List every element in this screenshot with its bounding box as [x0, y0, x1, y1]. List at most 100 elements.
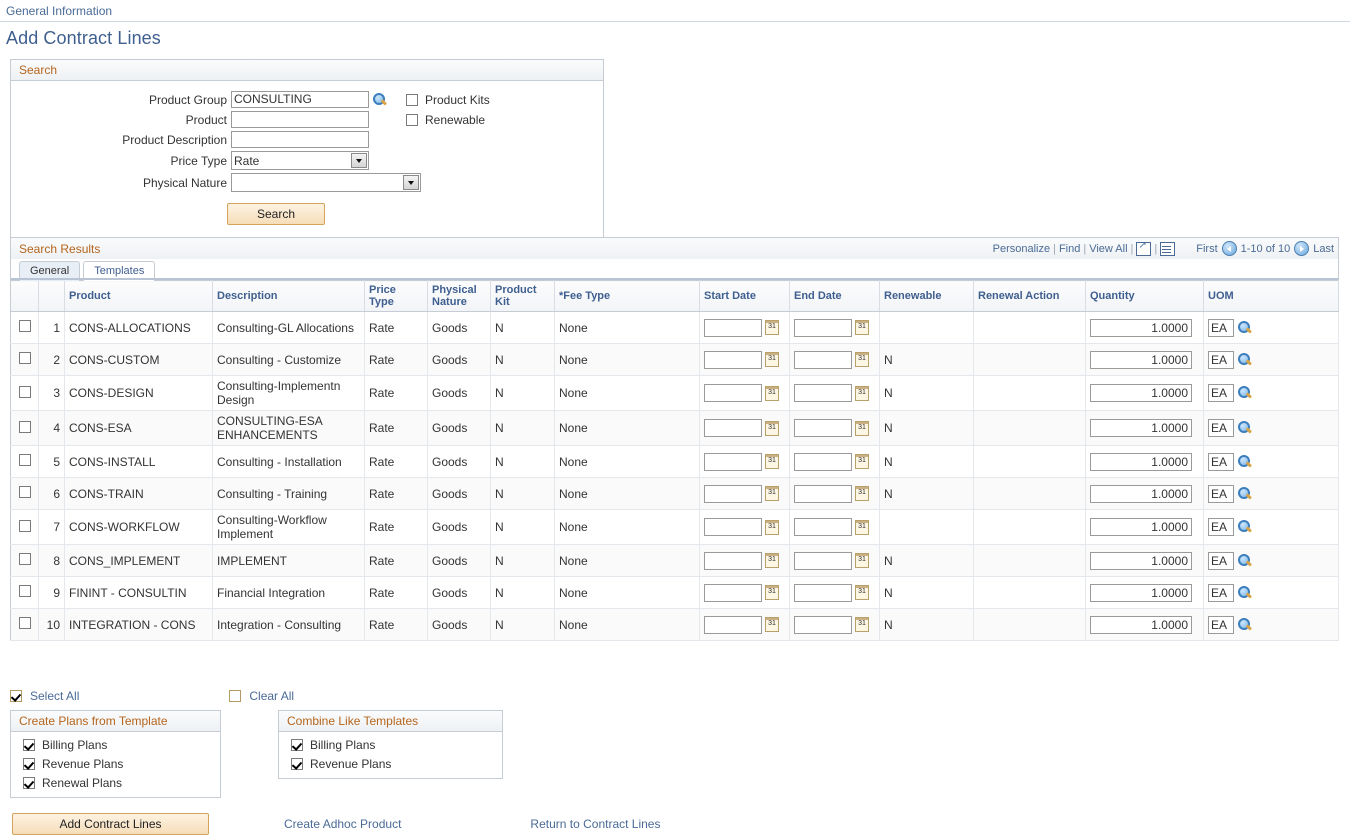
combine-revenue-checkbox[interactable] [291, 758, 303, 770]
calendar-icon[interactable] [765, 553, 779, 568]
calendar-icon[interactable] [855, 617, 869, 632]
uom-lookup-icon[interactable] [1237, 454, 1253, 470]
calendar-icon[interactable] [855, 486, 869, 501]
uom-input[interactable] [1208, 485, 1234, 503]
quantity-input[interactable] [1090, 319, 1192, 337]
uom-lookup-icon[interactable] [1237, 385, 1253, 401]
uom-input[interactable] [1208, 319, 1234, 337]
uom-input[interactable] [1208, 616, 1234, 634]
calendar-icon[interactable] [765, 585, 779, 600]
calendar-icon[interactable] [765, 486, 779, 501]
start-date-input[interactable] [704, 485, 762, 503]
start-date-input[interactable] [704, 616, 762, 634]
quantity-input[interactable] [1090, 485, 1192, 503]
col-price-type[interactable]: Price Type [365, 281, 428, 312]
col-renewal-action[interactable]: Renewal Action [974, 281, 1086, 312]
add-contract-lines-button[interactable]: Add Contract Lines [12, 813, 209, 835]
uom-input[interactable] [1208, 419, 1234, 437]
price-type-select[interactable]: Rate [231, 151, 369, 170]
col-fee-type[interactable]: *Fee Type [555, 281, 700, 312]
create-plans-renewal-checkbox[interactable] [23, 777, 35, 789]
pager-first-label[interactable]: First [1196, 243, 1217, 255]
row-select-checkbox[interactable] [19, 421, 31, 433]
calendar-icon[interactable] [855, 454, 869, 469]
row-select-checkbox[interactable] [19, 486, 31, 498]
select-all-checkbox[interactable] [10, 690, 22, 702]
uom-lookup-icon[interactable] [1237, 585, 1253, 601]
quantity-input[interactable] [1090, 518, 1192, 536]
start-date-input[interactable] [704, 552, 762, 570]
product-input[interactable] [231, 111, 369, 128]
uom-lookup-icon[interactable] [1237, 420, 1253, 436]
product-group-input[interactable] [231, 91, 369, 108]
start-date-input[interactable] [704, 319, 762, 337]
calendar-icon[interactable] [855, 352, 869, 367]
calendar-icon[interactable] [765, 421, 779, 436]
start-date-input[interactable] [704, 584, 762, 602]
uom-input[interactable] [1208, 552, 1234, 570]
col-description[interactable]: Description [213, 281, 365, 312]
view-all-link[interactable]: View All [1089, 243, 1127, 255]
quantity-input[interactable] [1090, 351, 1192, 369]
col-quantity[interactable]: Quantity [1086, 281, 1204, 312]
row-select-checkbox[interactable] [19, 617, 31, 629]
start-date-input[interactable] [704, 351, 762, 369]
col-renewable[interactable]: Renewable [880, 281, 974, 312]
row-select-checkbox[interactable] [19, 386, 31, 398]
end-date-input[interactable] [794, 351, 852, 369]
row-select-checkbox[interactable] [19, 585, 31, 597]
calendar-icon[interactable] [765, 520, 779, 535]
select-all-label[interactable]: Select All [30, 689, 79, 703]
breadcrumb-link-general-information[interactable]: General Information [6, 4, 112, 18]
col-end-date[interactable]: End Date [790, 281, 880, 312]
uom-input[interactable] [1208, 384, 1234, 402]
col-uom[interactable]: UOM [1204, 281, 1339, 312]
calendar-icon[interactable] [765, 386, 779, 401]
uom-lookup-icon[interactable] [1237, 352, 1253, 368]
uom-lookup-icon[interactable] [1237, 553, 1253, 569]
start-date-input[interactable] [704, 453, 762, 471]
find-link[interactable]: Find [1059, 243, 1080, 255]
col-physical-nature[interactable]: Physical Nature [428, 281, 491, 312]
quantity-input[interactable] [1090, 616, 1192, 634]
quantity-input[interactable] [1090, 552, 1192, 570]
row-select-checkbox[interactable] [19, 352, 31, 364]
calendar-icon[interactable] [765, 320, 779, 335]
calendar-icon[interactable] [855, 421, 869, 436]
row-select-checkbox[interactable] [19, 454, 31, 466]
grid-download-icon[interactable] [1160, 242, 1175, 256]
renewable-checkbox[interactable] [406, 114, 418, 126]
previous-page-icon[interactable] [1222, 241, 1237, 256]
quantity-input[interactable] [1090, 384, 1192, 402]
start-date-input[interactable] [704, 384, 762, 402]
uom-input[interactable] [1208, 584, 1234, 602]
return-to-contract-lines-link[interactable]: Return to Contract Lines [530, 817, 660, 831]
next-page-icon[interactable] [1294, 241, 1309, 256]
calendar-icon[interactable] [765, 617, 779, 632]
col-product[interactable]: Product [65, 281, 213, 312]
product-description-input[interactable] [231, 131, 369, 148]
create-plans-billing-checkbox[interactable] [23, 739, 35, 751]
new-window-icon[interactable] [1136, 242, 1151, 256]
uom-input[interactable] [1208, 351, 1234, 369]
product-group-lookup-icon[interactable] [372, 92, 388, 108]
chevron-down-icon[interactable] [403, 175, 419, 190]
calendar-icon[interactable] [855, 386, 869, 401]
uom-lookup-icon[interactable] [1237, 519, 1253, 535]
calendar-icon[interactable] [855, 520, 869, 535]
pager-last-label[interactable]: Last [1313, 243, 1334, 255]
row-select-checkbox[interactable] [19, 320, 31, 332]
create-plans-revenue-checkbox[interactable] [23, 758, 35, 770]
calendar-icon[interactable] [855, 320, 869, 335]
end-date-input[interactable] [794, 419, 852, 437]
search-button[interactable]: Search [227, 203, 325, 225]
start-date-input[interactable] [704, 518, 762, 536]
calendar-icon[interactable] [855, 585, 869, 600]
uom-input[interactable] [1208, 518, 1234, 536]
uom-lookup-icon[interactable] [1237, 320, 1253, 336]
calendar-icon[interactable] [765, 352, 779, 367]
end-date-input[interactable] [794, 616, 852, 634]
uom-input[interactable] [1208, 453, 1234, 471]
create-adhoc-product-link[interactable]: Create Adhoc Product [284, 817, 401, 831]
end-date-input[interactable] [794, 518, 852, 536]
